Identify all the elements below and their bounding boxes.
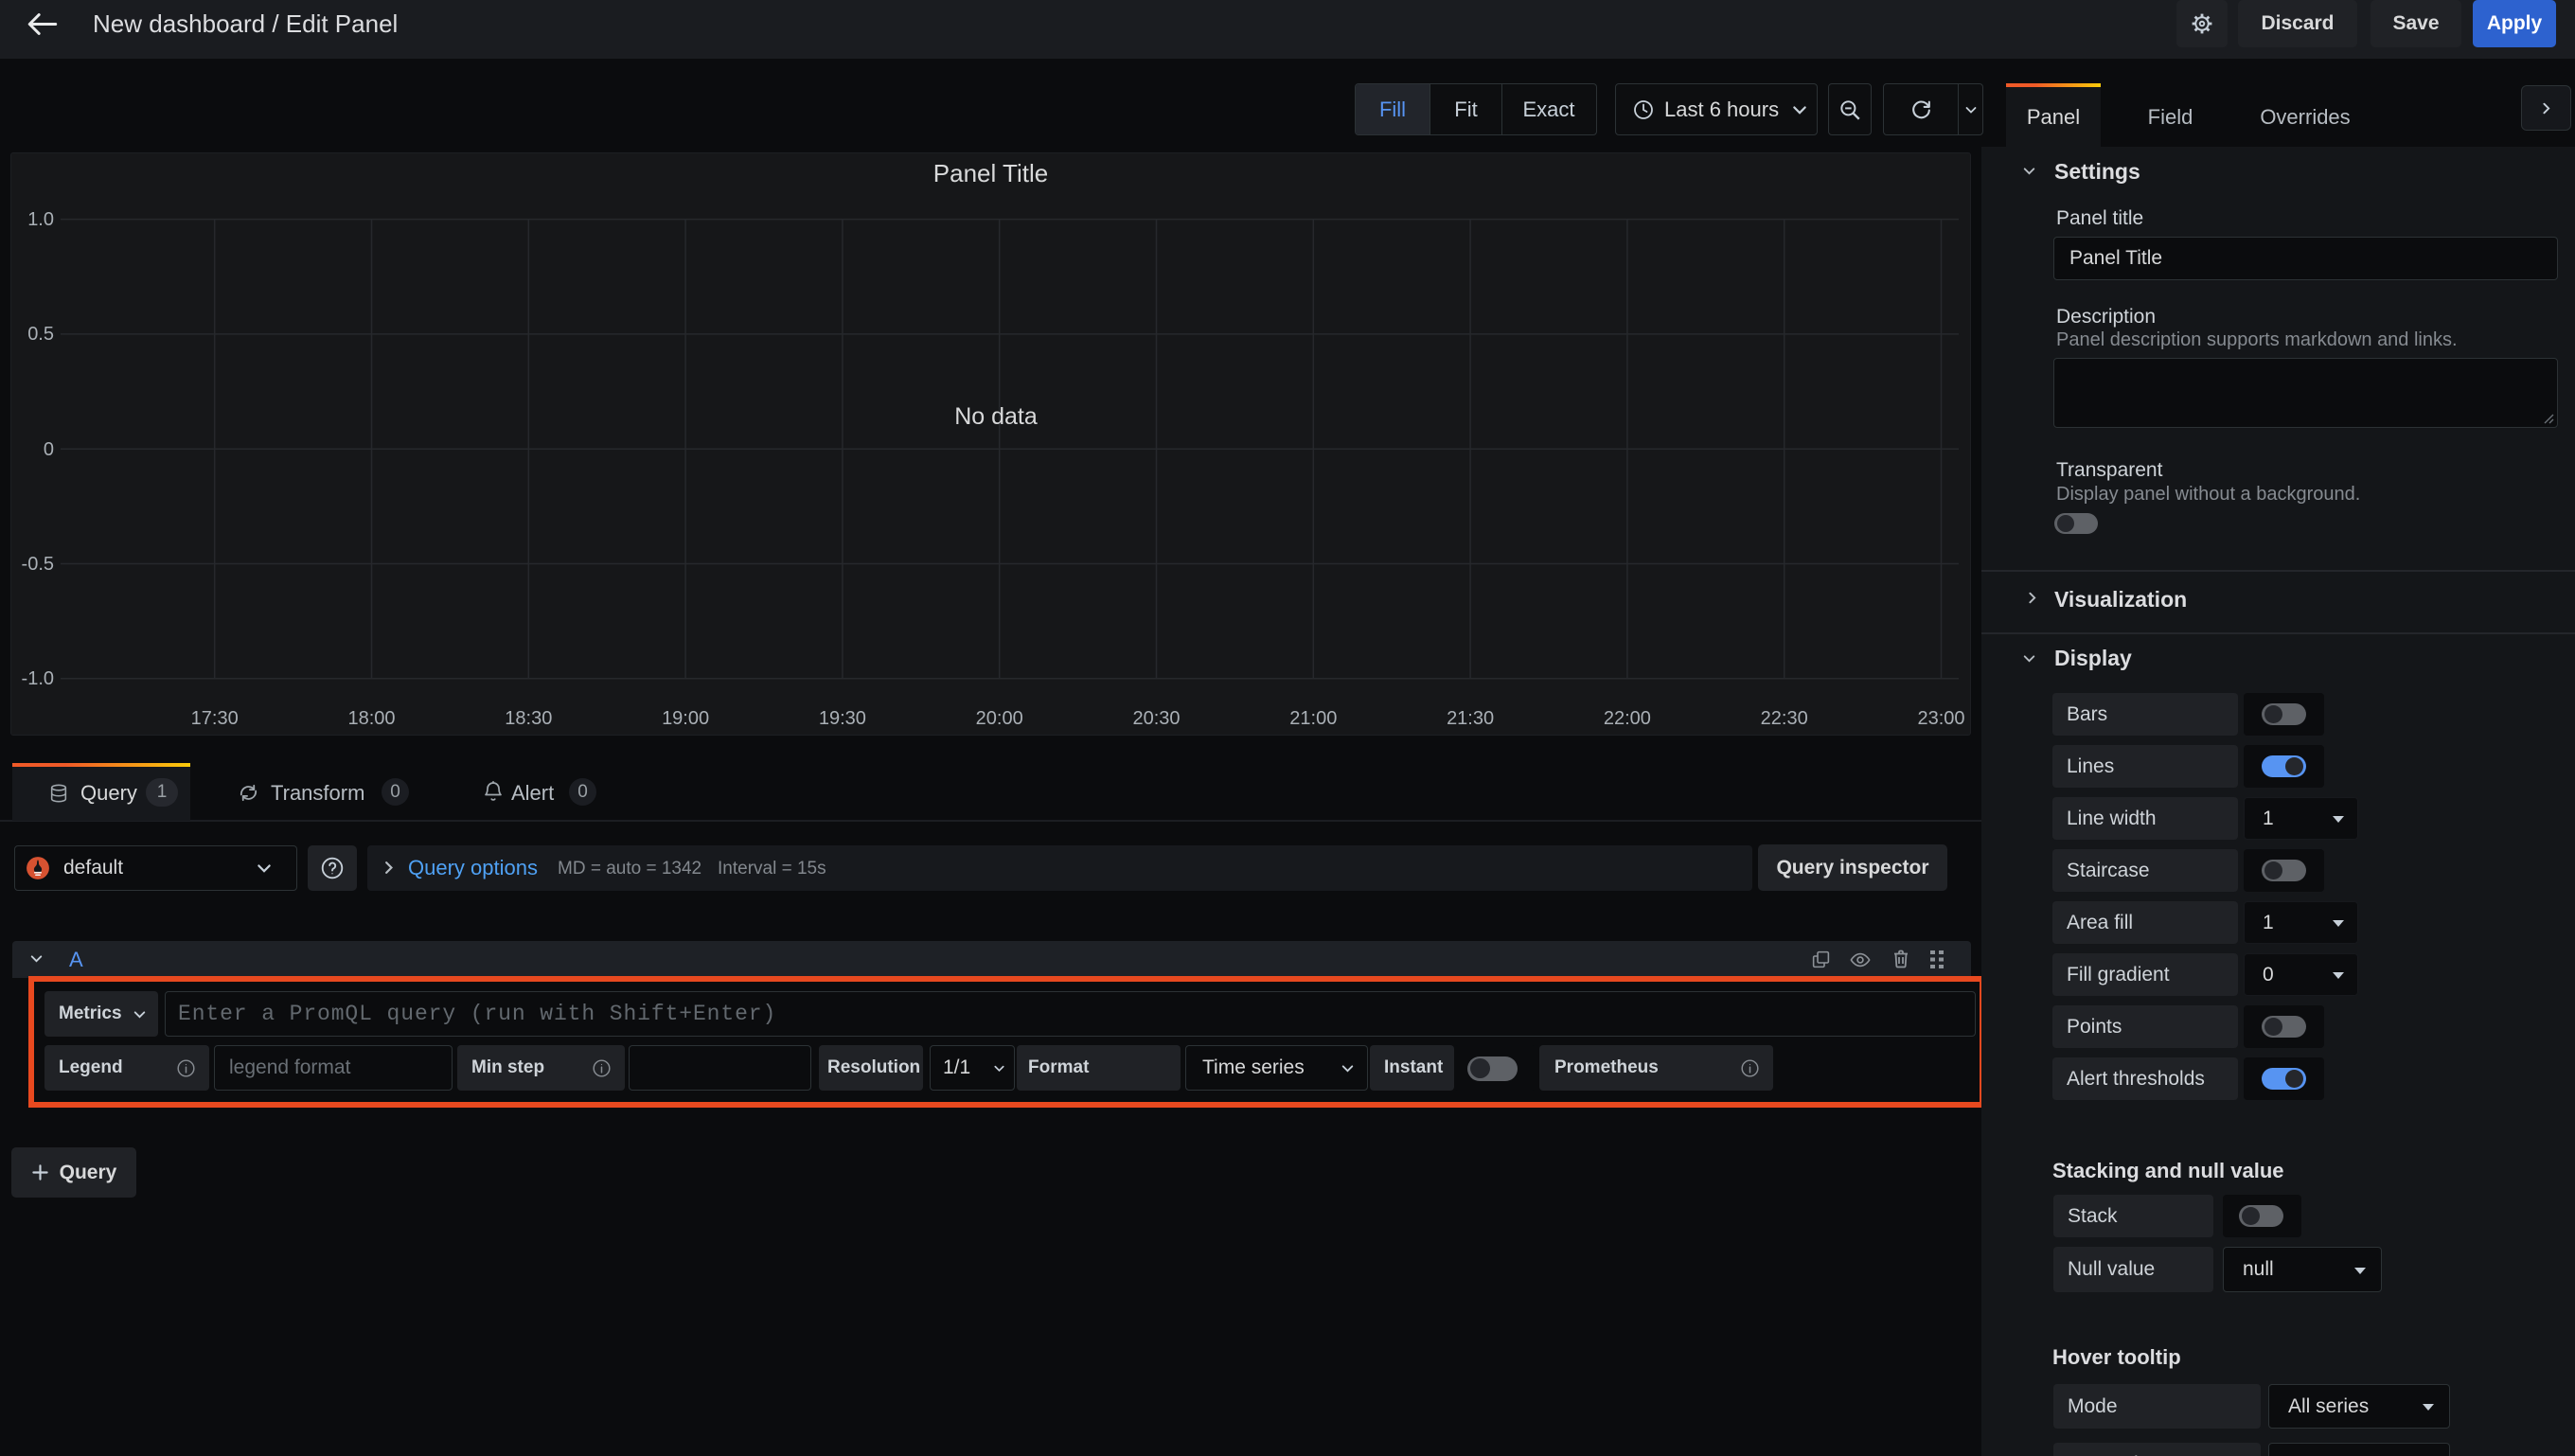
svg-text:20:00: 20:00 [976, 708, 1023, 729]
svg-text:17:30: 17:30 [191, 708, 239, 729]
svg-text:22:30: 22:30 [1761, 708, 1808, 729]
svg-text:19:00: 19:00 [662, 708, 709, 729]
svg-text:-1.0: -1.0 [22, 668, 54, 689]
svg-text:23:00: 23:00 [1917, 708, 1964, 729]
svg-text:21:00: 21:00 [1289, 708, 1337, 729]
svg-text:18:30: 18:30 [505, 708, 552, 729]
svg-text:19:30: 19:30 [819, 708, 866, 729]
svg-text:20:30: 20:30 [1132, 708, 1180, 729]
svg-text:-0.5: -0.5 [22, 554, 54, 575]
svg-text:1.0: 1.0 [27, 209, 54, 230]
svg-text:21:30: 21:30 [1447, 708, 1494, 729]
svg-text:0.5: 0.5 [27, 324, 54, 345]
svg-text:22:00: 22:00 [1604, 708, 1651, 729]
svg-text:0: 0 [44, 439, 54, 460]
svg-text:18:00: 18:00 [347, 708, 395, 729]
